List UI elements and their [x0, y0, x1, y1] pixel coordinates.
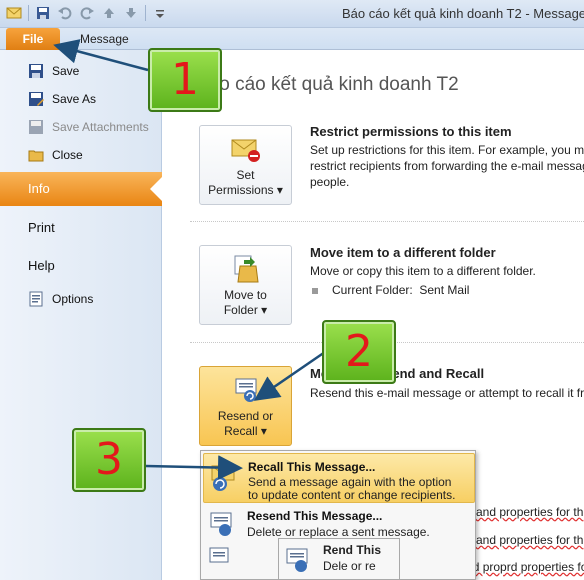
properties-text-2: and properties for th — [476, 533, 584, 547]
save-as-icon — [29, 92, 44, 106]
redo-icon[interactable] — [79, 5, 95, 21]
tab-message[interactable]: Message — [80, 32, 129, 46]
move-to-folder-label-1: Move to — [224, 288, 267, 302]
nav-save-attachments-label: Save Attachments — [52, 120, 149, 134]
set-permissions-label-2: Permissions ▾ — [208, 183, 283, 197]
folder-close-icon — [28, 150, 44, 162]
set-permissions-label-1: Set — [236, 168, 255, 182]
nav-save-attachments: Save Attachments — [0, 115, 162, 139]
popup-label[interactable]: Rend This — [323, 543, 381, 557]
permissions-desc-1: Set up restrictions for this item. For e… — [310, 143, 584, 157]
current-folder-label: Current Folder: — [332, 283, 413, 297]
popup-desc: Dele or re — [323, 559, 376, 573]
nav-close[interactable]: Close — [0, 143, 162, 167]
recall-message-icon — [211, 465, 235, 491]
undo-icon[interactable] — [57, 5, 73, 21]
menu-resend-label: Resend This Message... — [247, 509, 383, 523]
nav-options-label: Options — [52, 292, 94, 306]
customize-toolbar-icon[interactable] — [152, 5, 168, 21]
nav-help[interactable]: Help — [0, 250, 162, 280]
save-icon[interactable] — [35, 5, 51, 21]
resend-or-recall-button[interactable]: Resend or Recall ▾ — [199, 366, 292, 446]
resend-message-icon — [286, 548, 308, 572]
current-folder-value: Sent Mail — [419, 283, 470, 297]
resend-envelope-icon — [235, 378, 256, 402]
title-bar: Báo cáo kết quả kinh doanh T2 - Message … — [0, 0, 584, 28]
move-to-folder-button[interactable]: Move to Folder ▾ — [199, 245, 292, 325]
permissions-desc-2: restrict recipients from forwarding the … — [310, 159, 584, 173]
page-title: Báo cáo kết quả kinh doanh T2 — [196, 74, 459, 95]
move-folder-icon — [234, 255, 259, 283]
move-desc: Move or copy this item to a different fo… — [310, 264, 536, 278]
nav-options[interactable]: Options — [0, 287, 162, 311]
nav-info-pointer — [150, 177, 162, 201]
nav-info[interactable]: Info — [0, 172, 162, 206]
menu-recall-desc-2: to update content or change recipients. — [248, 488, 456, 502]
move-heading: Move item to a different folder — [310, 245, 496, 260]
nav-save[interactable]: Save — [0, 59, 162, 83]
nav-save-label: Save — [52, 64, 80, 78]
tab-file[interactable]: File — [6, 28, 60, 50]
separator — [28, 5, 29, 21]
resend-message-icon — [210, 512, 232, 536]
divider — [190, 221, 584, 222]
bullet — [312, 287, 318, 294]
menu-item-recall[interactable]: Recall This Message... Send a message ag… — [203, 453, 475, 503]
resend-message-icon — [209, 547, 229, 563]
resend-label-1: Resend or — [217, 409, 274, 423]
save-icon — [29, 64, 43, 78]
nav-help-label: Help — [28, 257, 55, 273]
envelope-icon — [6, 7, 22, 19]
callout-3: 3 — [72, 428, 146, 492]
nav-close-label: Close — [52, 148, 83, 162]
save-attachments-icon — [29, 120, 43, 134]
nav-print-label: Print — [28, 219, 55, 235]
permissions-heading: Restrict permissions to this item — [310, 124, 512, 139]
permissions-desc-3: people. — [310, 175, 350, 189]
resend-label-2: Recall ▾ — [224, 424, 267, 438]
nav-save-as-label: Save As — [52, 92, 97, 106]
up-arrow-icon[interactable] — [101, 5, 117, 21]
down-arrow-icon[interactable] — [123, 5, 139, 21]
options-icon — [29, 291, 43, 307]
move-to-folder-label-2: Folder ▾ — [223, 303, 268, 317]
quick-access-toolbar — [6, 5, 168, 21]
window-title: Báo cáo kết quả kinh doanh T2 - Message … — [342, 6, 584, 21]
set-permissions-button[interactable]: Set Permissions ▾ — [199, 125, 292, 205]
callout-1: 1 — [148, 48, 222, 112]
resend-desc: Resend this e-mail message or attempt to… — [310, 386, 584, 400]
nav-save-as[interactable]: Save As — [0, 87, 162, 111]
menu-recall-label: Recall This Message... — [248, 460, 376, 474]
nav-print[interactable]: Print — [0, 212, 162, 242]
callout-2: 2 — [322, 320, 396, 384]
current-folder-row: Current Folder: Sent Mail — [312, 282, 469, 298]
properties-text-1: and properties for th — [476, 505, 584, 519]
envelope-restrict-icon — [231, 139, 260, 162]
separator — [145, 5, 146, 21]
duplicate-menu-popup: Rend This Dele or re — [278, 538, 400, 580]
